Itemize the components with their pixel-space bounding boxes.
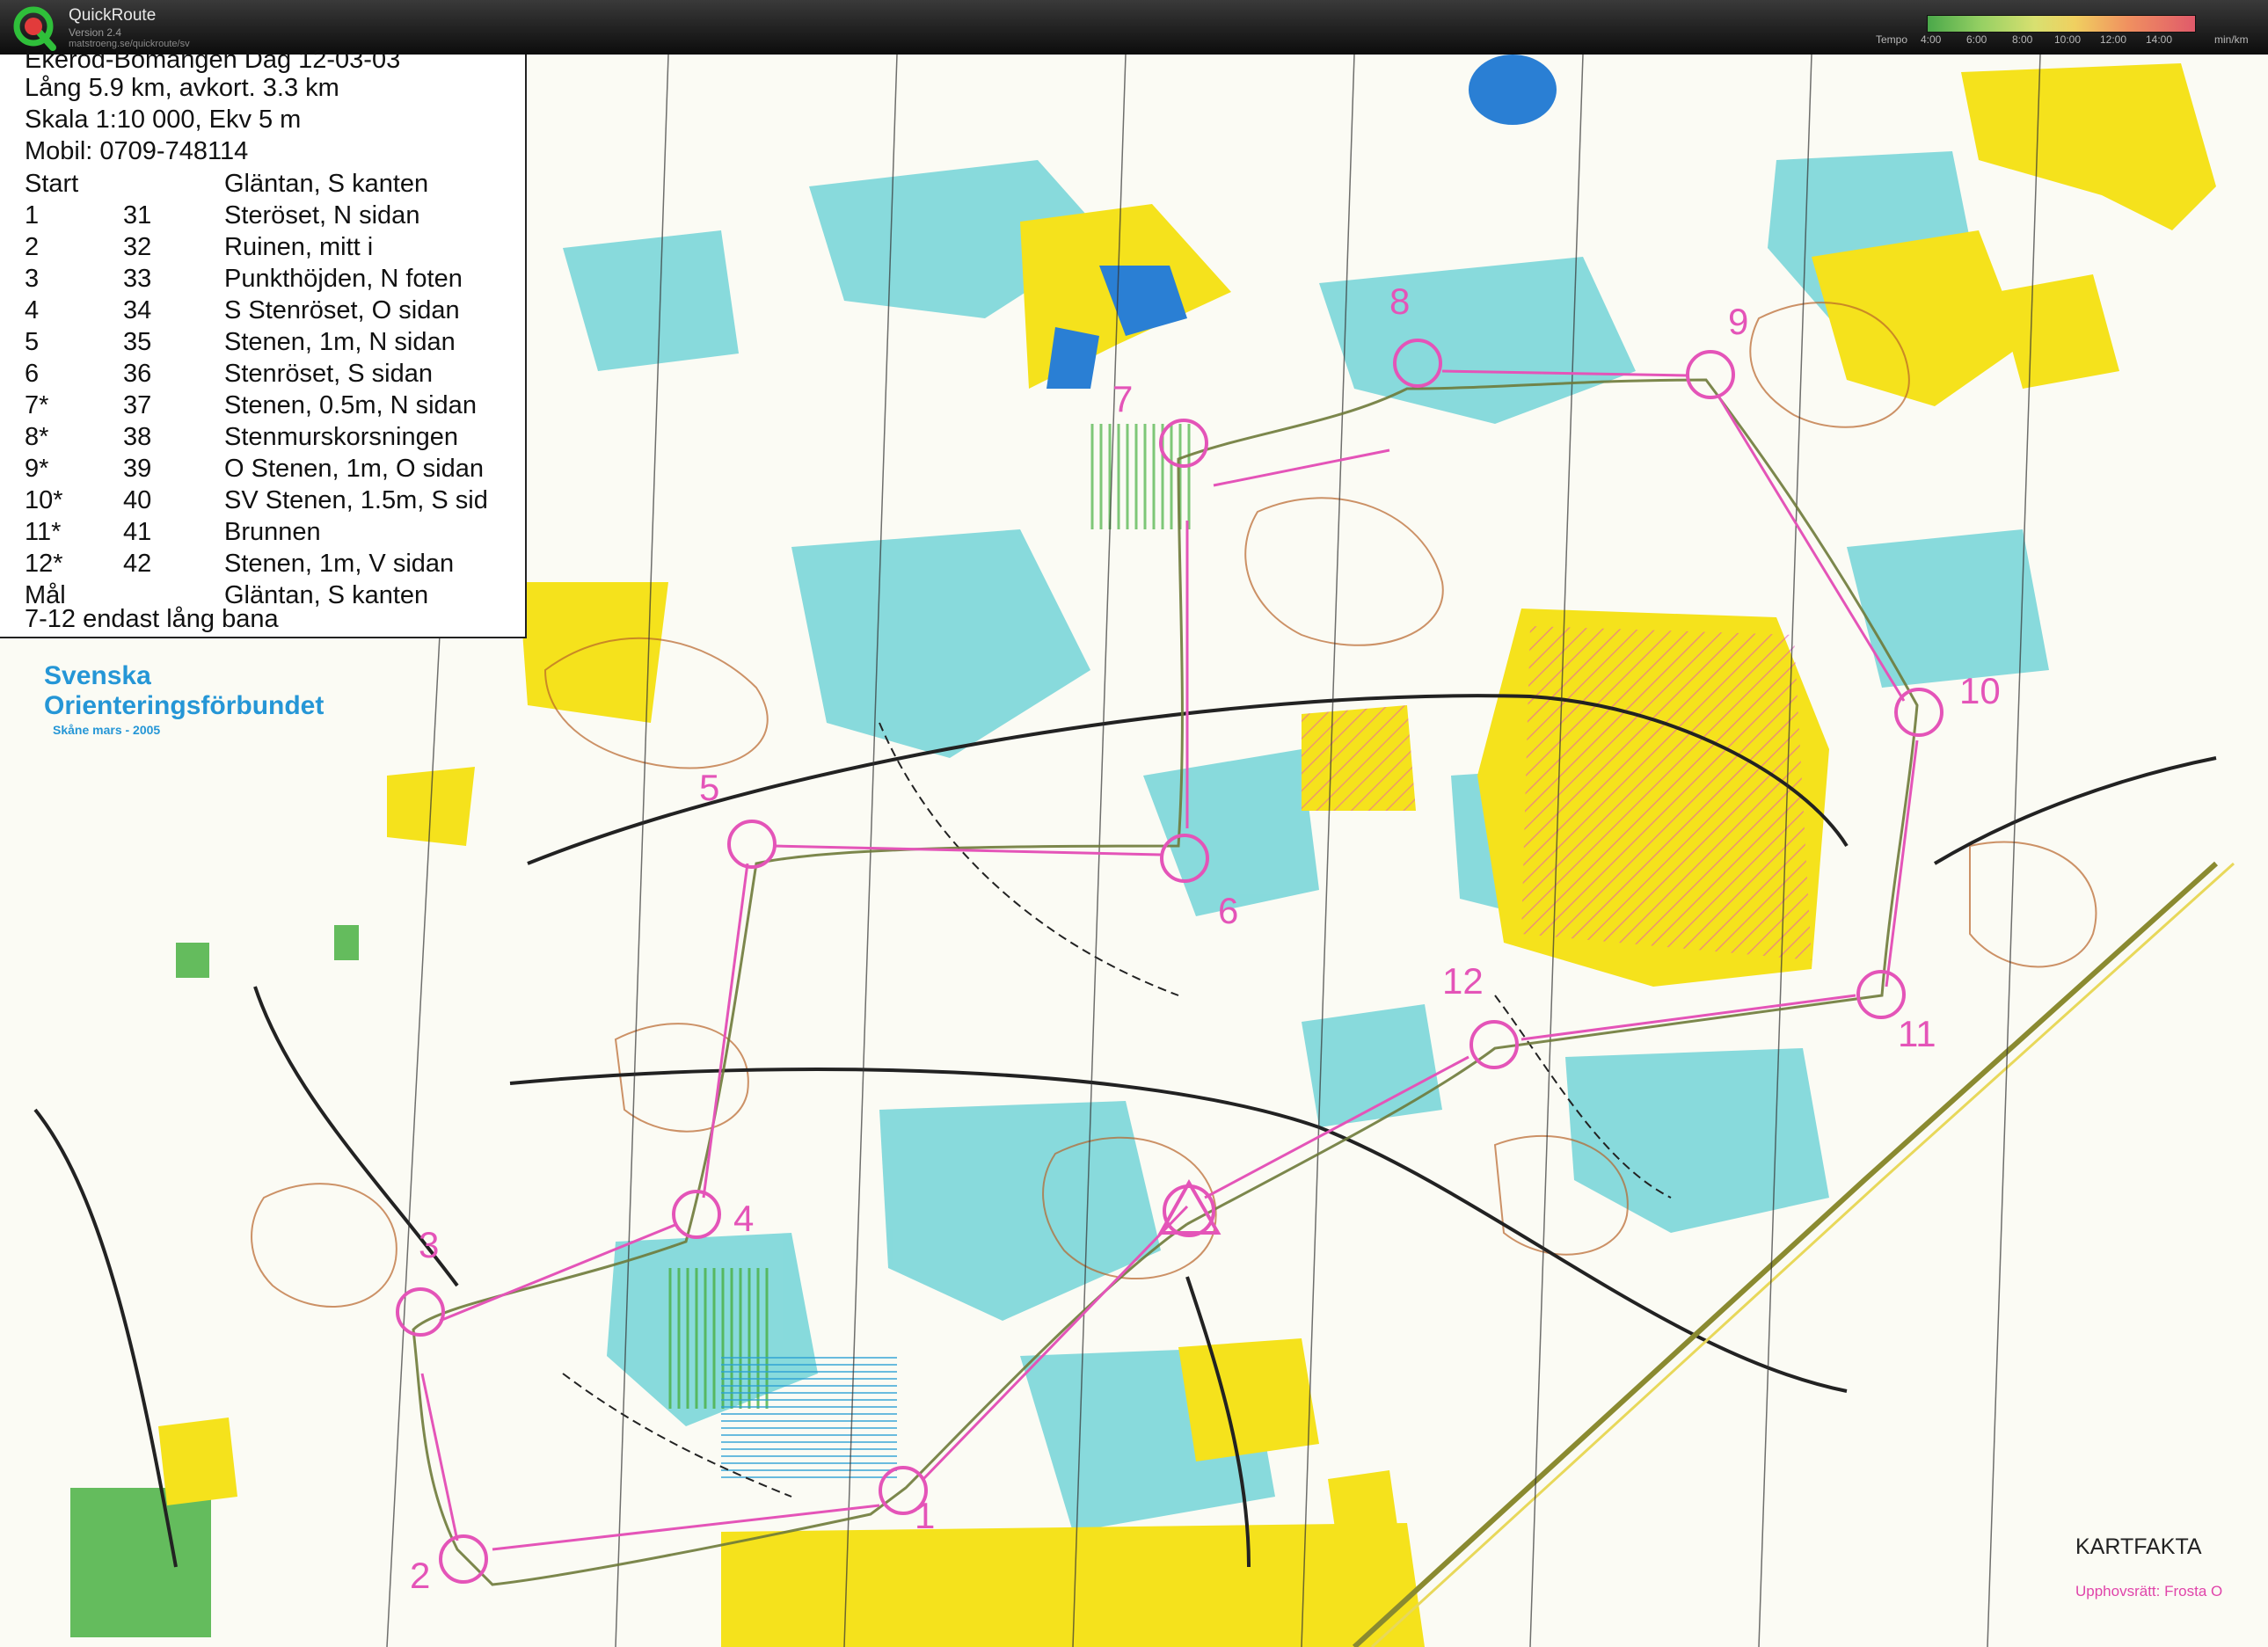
quickroute-logo-icon	[13, 6, 56, 51]
control-label: 2	[410, 1555, 431, 1596]
row-num: 4	[25, 296, 40, 324]
row-desc: Gläntan, S kanten	[224, 170, 429, 198]
row-desc: Stenen, 1m, V sidan	[224, 550, 455, 578]
organization-name: Svenska Orienteringsförbundet	[44, 661, 324, 721]
row-code: 31	[123, 201, 152, 230]
control-label: 11	[1898, 1013, 1936, 1054]
row-num: 6	[25, 360, 40, 388]
tempo-tick: 8:00	[2012, 33, 2033, 46]
row-code: 41	[123, 518, 152, 546]
row-code: 36	[123, 360, 152, 388]
tempo-tick: 14:00	[2146, 33, 2173, 46]
tempo-tick: 4:00	[1921, 33, 1942, 46]
row-code: 34	[123, 296, 152, 324]
kartfakta-label: KARTFAKTA	[2075, 1534, 2202, 1559]
row-code: 38	[123, 423, 152, 451]
out-of-bounds-hatch	[1302, 705, 1416, 811]
tempo-label: Tempo	[1876, 33, 1908, 46]
row-code: 33	[123, 265, 152, 293]
course-note: 7-12 endast lång bana	[25, 605, 279, 633]
tempo-tick: 12:00	[2100, 33, 2127, 46]
organization-sub: Skåne mars - 2005	[53, 723, 161, 737]
row-num: 9*	[25, 455, 49, 483]
control-label: 6	[1218, 890, 1239, 931]
row-num: 7*	[25, 391, 49, 419]
row-desc: Punkthöjden, N foten	[224, 265, 463, 293]
course-description-box: Ekerod-Bomangen Dag 12-03-03 Lång 5.9 km…	[0, 46, 527, 638]
row-num: 5	[25, 328, 40, 356]
control-label: 1	[915, 1495, 936, 1536]
row-desc: Stenmurskorsningen	[224, 423, 458, 451]
row-desc: SV Stenen, 1.5m, S sid	[224, 486, 488, 514]
app-name: QuickRoute	[69, 6, 157, 25]
row-code: 32	[123, 233, 152, 261]
row-code: 42	[123, 550, 152, 578]
row-desc: Steröset, N sidan	[224, 201, 420, 230]
orienteering-map[interactable]: 1 2 3 4 5 6 7 8 9 10 11 12 Ekerod-Bomang…	[0, 46, 2268, 1647]
row-num: 1	[25, 201, 40, 230]
control-label: 10	[1959, 670, 2001, 711]
row-code: 35	[123, 328, 152, 356]
tempo-tick: 6:00	[1966, 33, 1987, 46]
control-label: 5	[699, 767, 720, 808]
course-length: Lång 5.9 km, avkort. 3.3 km	[25, 74, 339, 102]
row-desc: Stenen, 1m, N sidan	[224, 328, 456, 356]
row-desc: Stenröset, S sidan	[224, 360, 433, 388]
row-desc: Stenen, 0.5m, N sidan	[224, 391, 477, 419]
control-label: 12	[1442, 960, 1484, 1002]
control-label: 7	[1112, 378, 1134, 419]
course-phone: Mobil: 0709-748114	[25, 137, 249, 165]
course-title: Ekerod-Bomangen Dag 12-03-03	[25, 46, 401, 74]
row-code: 37	[123, 391, 152, 419]
out-of-bounds-hatch	[1521, 626, 1812, 960]
row-code: 39	[123, 455, 152, 483]
app-version: Version 2.4	[69, 26, 122, 39]
tempo-tick: 10:00	[2054, 33, 2082, 46]
row-num: 2	[25, 233, 40, 261]
row-num: 11*	[25, 518, 62, 546]
row-num: 8*	[25, 423, 49, 451]
row-num: 12*	[25, 550, 63, 578]
tempo-color-scale	[1927, 15, 2196, 33]
row-desc: O Stenen, 1m, O sidan	[224, 455, 484, 483]
row-desc: S Stenröset, O sidan	[224, 296, 460, 324]
row-num: Start	[25, 170, 79, 198]
organization-name-line2: Orienteringsförbundet	[44, 691, 325, 720]
row-desc: Ruinen, mitt i	[224, 233, 374, 261]
row-desc: Brunnen	[224, 518, 321, 546]
control-label: 4	[733, 1198, 755, 1239]
copyright-label: Upphovsrätt: Frosta O	[2075, 1583, 2223, 1600]
row-num: 3	[25, 265, 40, 293]
control-label: 8	[1389, 281, 1411, 322]
course-scale: Skala 1:10 000, Ekv 5 m	[25, 106, 302, 134]
marsh-stripe-area	[721, 1356, 897, 1479]
control-label: 9	[1728, 301, 1749, 342]
row-code: 40	[123, 486, 152, 514]
tempo-unit: min/km	[2214, 33, 2249, 46]
row-num: 10*	[25, 486, 63, 514]
organization-name-line1: Svenska	[44, 661, 151, 690]
control-label: 3	[419, 1224, 440, 1265]
